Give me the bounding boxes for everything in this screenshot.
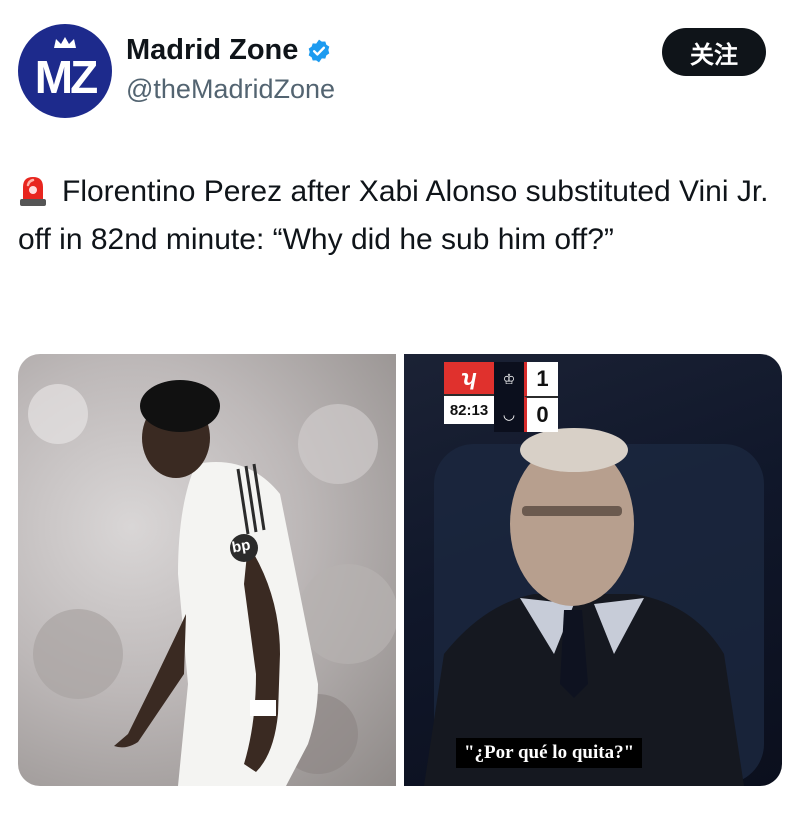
display-name[interactable]: Madrid Zone <box>126 34 298 67</box>
media-grid: bp ʮ 82:13 ♔ ◡ 1 0 "¿Por qué lo quita?" <box>18 354 782 786</box>
avatar[interactable]: MZ <box>18 24 112 118</box>
account-handle[interactable]: @theMadridZone <box>126 74 335 105</box>
player-illustration <box>28 380 396 786</box>
shirt-sponsor: bp <box>230 536 252 557</box>
siren-icon <box>20 177 46 206</box>
team-crests: ♔ ◡ <box>494 362 524 432</box>
away-score: 0 <box>524 396 558 432</box>
follow-button[interactable]: 关注 <box>662 28 766 76</box>
match-clock: 82:13 <box>444 394 494 424</box>
photo-player[interactable]: bp <box>18 354 396 786</box>
tweet-body: Florentino Perez after Xabi Alonso subst… <box>18 175 769 256</box>
home-score: 1 <box>524 362 558 396</box>
avatar-text: MZ <box>34 51 98 103</box>
video-caption: "¿Por qué lo quita?" <box>456 738 643 768</box>
scoreboard: ʮ 82:13 ♔ ◡ 1 0 <box>444 362 558 432</box>
name-row: Madrid Zone <box>126 34 332 67</box>
crown-icon <box>54 37 76 48</box>
tweet-text: Florentino Perez after Xabi Alonso subst… <box>18 168 788 264</box>
photo-president[interactable]: ʮ 82:13 ♔ ◡ 1 0 "¿Por qué lo quita?" <box>404 354 782 786</box>
away-crest-icon: ◡ <box>502 406 516 422</box>
home-crest-icon: ♔ <box>502 371 516 387</box>
verified-badge-icon <box>309 39 330 62</box>
laliga-icon: ʮ <box>444 362 494 394</box>
